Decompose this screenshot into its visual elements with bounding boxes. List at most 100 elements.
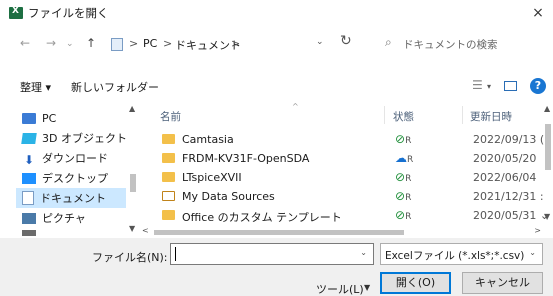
- synced-status-icon: ⊘R: [395, 170, 412, 184]
- person-icon: R: [407, 155, 414, 165]
- column-divider[interactable]: [462, 106, 463, 124]
- scroll-down-icon[interactable]: ▼: [129, 224, 135, 233]
- folder-location-icon: [111, 38, 123, 51]
- tree-item-desktop[interactable]: デスクトップ: [22, 168, 108, 188]
- drive-icon: [22, 230, 36, 236]
- navigation-scrollbar[interactable]: ▲ ▼: [128, 104, 138, 238]
- file-date: 2021/12/31 :: [473, 190, 544, 203]
- synced-status-icon: ⊘R: [395, 189, 412, 203]
- address-dropdown-chevron-icon[interactable]: ⌄: [316, 37, 324, 47]
- scroll-thumb[interactable]: [545, 124, 551, 170]
- refresh-icon[interactable]: ↻: [340, 33, 352, 49]
- file-name: LTspiceXVII: [182, 171, 242, 184]
- folder-icon: [162, 153, 175, 163]
- pc-icon: [22, 112, 36, 124]
- scroll-up-icon[interactable]: ▲: [544, 104, 550, 113]
- scroll-right-icon[interactable]: >: [534, 226, 541, 235]
- preview-pane-icon[interactable]: [504, 81, 517, 91]
- breadcrumb-pc[interactable]: PC: [143, 37, 157, 50]
- download-icon: ⬇: [23, 152, 35, 167]
- file-list-horizontal-scrollbar[interactable]: < >: [140, 226, 553, 238]
- scroll-down-icon[interactable]: ▼: [544, 212, 550, 221]
- folder-icon: [162, 134, 175, 144]
- file-list-vertical-scrollbar[interactable]: ▲ ▼: [543, 104, 553, 226]
- column-header-name[interactable]: 名前: [160, 109, 181, 131]
- up-arrow-icon[interactable]: ↑: [86, 36, 96, 50]
- file-row[interactable]: Office のカスタム テンプレート ⊘R 2020/05/31 ⌄: [140, 206, 549, 225]
- file-type-chevron-icon[interactable]: ⌄: [529, 248, 536, 257]
- file-type-value: Excelファイル (*.xls*;*.csv): [385, 250, 525, 262]
- file-date: 2020/05/20: [473, 152, 537, 165]
- person-icon: R: [405, 193, 412, 203]
- tree-item-label: ドキュメント: [40, 192, 106, 205]
- sort-caret-icon: ^: [292, 102, 299, 111]
- tree-item-drive[interactable]: [22, 228, 36, 238]
- synced-status-icon: ⊘R: [395, 132, 412, 146]
- breadcrumb-separator-icon[interactable]: >: [129, 37, 138, 50]
- filename-label: ファイル名(N):: [92, 251, 168, 264]
- person-icon: R: [405, 136, 412, 146]
- navigation-pane: PC 3D オブジェクト ⬇ ダウンロード デスクトップ ドキュメント ピクチャ: [0, 104, 138, 238]
- file-name: FRDM-KV31F-OpenSDA: [182, 152, 310, 165]
- file-name: Camtasia: [182, 133, 234, 146]
- new-folder-button[interactable]: 新しいフォルダー: [71, 79, 159, 95]
- tree-item-label: デスクトップ: [42, 172, 108, 185]
- recent-locations-chevron-icon[interactable]: ⌄: [66, 39, 74, 49]
- file-row[interactable]: LTspiceXVII ⊘R 2022/06/04: [140, 168, 540, 187]
- close-button[interactable]: ×: [523, 0, 553, 26]
- file-row[interactable]: Camtasia ⊘R 2022/09/13 (: [140, 130, 544, 149]
- breadcrumb-separator-icon[interactable]: >: [163, 37, 172, 50]
- file-row[interactable]: FRDM-KV31F-OpenSDA ☁R 2020/05/20: [140, 149, 540, 168]
- tree-item-pc[interactable]: PC: [22, 108, 56, 128]
- document-icon: [22, 191, 34, 205]
- pictures-icon: [22, 212, 36, 224]
- cancel-button[interactable]: キャンセル: [462, 272, 543, 294]
- 3d-objects-icon: [21, 132, 37, 144]
- folder-icon: [162, 172, 175, 182]
- column-divider[interactable]: [384, 106, 385, 124]
- scroll-thumb[interactable]: [130, 174, 136, 192]
- address-bar[interactable]: > PC > ドキュメント >: [104, 33, 349, 55]
- organize-menu-button[interactable]: 整理 ▾: [20, 79, 51, 95]
- file-date: 2020/05/31 ⌄: [473, 209, 550, 222]
- tools-menu-button[interactable]: ツール(L): [316, 281, 364, 296]
- tree-item-label: PC: [42, 111, 57, 125]
- view-dropdown-icon[interactable]: ▾: [487, 82, 491, 91]
- synced-status-icon: ⊘R: [395, 208, 412, 222]
- tree-item-label: ピクチャ: [42, 212, 86, 225]
- open-button[interactable]: 開く(O): [380, 272, 451, 294]
- desktop-icon: [22, 172, 36, 184]
- back-arrow-icon[interactable]: ←: [20, 36, 30, 50]
- tree-item-label: 3D オブジェクト: [42, 132, 127, 145]
- column-header-status[interactable]: 状態: [393, 109, 414, 131]
- search-icon: ⌕: [385, 35, 392, 49]
- cloud-status-icon: ☁R: [395, 151, 414, 165]
- person-icon: R: [405, 212, 412, 222]
- column-header-date[interactable]: 更新日時: [470, 109, 512, 131]
- forward-arrow-icon[interactable]: →: [46, 36, 56, 50]
- tools-dropdown-icon[interactable]: ▼: [364, 283, 370, 292]
- file-name: Office のカスタム テンプレート: [182, 211, 342, 224]
- tree-item-documents[interactable]: ドキュメント: [16, 188, 126, 208]
- tree-item-pictures[interactable]: ピクチャ: [22, 208, 86, 228]
- tree-item-downloads[interactable]: ⬇ ダウンロード: [22, 148, 108, 168]
- tree-item-3d-objects[interactable]: 3D オブジェクト: [21, 128, 127, 148]
- tree-item-label: ダウンロード: [42, 152, 108, 165]
- filename-field[interactable]: ⌄: [170, 243, 374, 265]
- dialog-footer: ファイル名(N): ⌄ Excelファイル (*.xls*;*.csv) ⌄ ツ…: [0, 238, 553, 296]
- view-options-icon[interactable]: ☰: [472, 78, 483, 92]
- scroll-up-icon[interactable]: ▲: [129, 104, 135, 113]
- scroll-thumb[interactable]: [154, 230, 404, 235]
- command-bar: 整理 ▾ 新しいフォルダー ☰ ▾ ?: [0, 76, 553, 98]
- data-sources-folder-icon: [162, 191, 175, 201]
- filename-history-chevron-icon[interactable]: ⌄: [360, 248, 367, 257]
- help-icon[interactable]: ?: [530, 78, 546, 94]
- search-box[interactable]: ⌕ ドキュメントの検索: [381, 33, 541, 55]
- search-placeholder[interactable]: ドキュメントの検索: [403, 37, 498, 52]
- file-row[interactable]: My Data Sources ⊘R 2021/12/31 :: [140, 187, 544, 206]
- breadcrumb-separator-icon[interactable]: >: [231, 37, 240, 50]
- folder-icon: [162, 210, 175, 220]
- scroll-left-icon[interactable]: <: [142, 226, 149, 235]
- file-date: 2022/06/04: [473, 171, 537, 184]
- file-type-select[interactable]: Excelファイル (*.xls*;*.csv) ⌄: [380, 243, 543, 265]
